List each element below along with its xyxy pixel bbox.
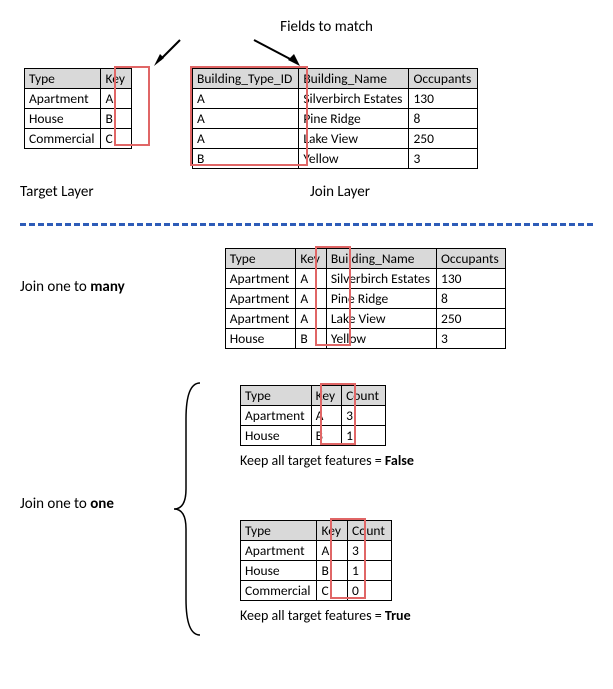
col-header: Type [241, 521, 317, 541]
table-row: CommercialC0 [241, 581, 392, 601]
target-layer-table: Type Key ApartmentA HouseB CommercialC [24, 68, 132, 149]
table-row: HouseBYellow3 [225, 329, 505, 349]
keep-all-true-caption: Keep all target features = True [240, 607, 411, 624]
table-row: ApartmentALake View250 [225, 309, 505, 329]
col-header: Type [225, 249, 296, 269]
keep-all-false-caption: Keep all target features = False [240, 452, 414, 469]
arrow-left-icon [150, 36, 190, 70]
brace-icon [170, 379, 210, 639]
arrow-right-icon [248, 36, 308, 70]
join-layer-table: Building_Type_ID Building_Name Occupants… [192, 68, 478, 169]
join-one-to-many-label: Join one to many [20, 278, 125, 296]
table-row: HouseB1 [241, 426, 386, 446]
table-row: CommercialC [25, 129, 132, 149]
table-row: BYellow3 [193, 149, 478, 169]
one-to-one-true-table: Type Key Count ApartmentA3 HouseB1 Comme… [240, 520, 411, 624]
table-row: ApartmentA3 [241, 541, 392, 561]
one-to-one-false-table: Type Key Count ApartmentA3 HouseB1 Keep … [240, 385, 414, 469]
table-row: HouseB [25, 109, 132, 129]
one-to-many-table: Type Key Building_Name Occupants Apartme… [225, 248, 506, 349]
table-row: ApartmentASilverbirch Estates130 [225, 269, 505, 289]
col-header: Building_Name [299, 69, 409, 89]
join-layer-label: Join Layer [310, 183, 510, 201]
table-row: ApartmentA3 [241, 406, 386, 426]
target-layer-label: Target Layer [20, 183, 240, 201]
table-row: APine Ridge8 [193, 109, 478, 129]
col-header: Type [25, 69, 101, 89]
fields-to-match-label: Fields to match [60, 18, 593, 36]
col-header: Building_Type_ID [193, 69, 299, 89]
col-header: Occupants [436, 249, 505, 269]
col-header: Building_Name [326, 249, 436, 269]
col-header: Count [348, 521, 392, 541]
table-row: ASilverbirch Estates130 [193, 89, 478, 109]
col-header: Key [296, 249, 327, 269]
table-row: ApartmentA [25, 89, 132, 109]
table-row: HouseB1 [241, 561, 392, 581]
divider [20, 223, 593, 226]
table-row: ApartmentAPine Ridge8 [225, 289, 505, 309]
col-header: Key [311, 386, 342, 406]
col-header: Key [101, 69, 132, 89]
join-one-to-one-label: Join one to one [20, 495, 114, 513]
col-header: Type [241, 386, 312, 406]
col-header: Key [317, 521, 348, 541]
col-header: Count [342, 386, 386, 406]
table-row: ALake View250 [193, 129, 478, 149]
col-header: Occupants [409, 69, 478, 89]
